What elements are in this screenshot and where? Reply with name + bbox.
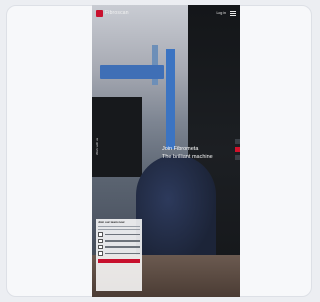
checkbox[interactable] — [98, 238, 103, 244]
header-actions: Log in — [216, 10, 236, 16]
machine-frame — [100, 65, 164, 79]
form-option[interactable] — [98, 232, 140, 237]
vertical-label: Work with us — [95, 137, 99, 155]
form-field[interactable] — [98, 226, 140, 228]
checkbox[interactable] — [98, 251, 103, 256]
mobile-page-preview[interactable]: Fibroscan Log in Work with us Join Fibro… — [92, 5, 240, 297]
hero-headline: Join Fibrometa The brilliant machine — [162, 145, 238, 161]
form-title: Join our team now — [98, 220, 125, 224]
form-field[interactable] — [98, 229, 140, 231]
machine-post — [166, 49, 175, 149]
form-option[interactable] — [98, 244, 140, 250]
headline-line-1: Join Fibrometa — [162, 146, 199, 152]
site-logo[interactable]: Fibroscan — [96, 9, 129, 17]
menu-icon[interactable] — [230, 10, 236, 16]
checkbox[interactable] — [98, 232, 103, 237]
application-form: Join our team now — [96, 219, 142, 291]
checkbox[interactable] — [98, 244, 103, 250]
side-social-bar — [235, 139, 240, 160]
linkedin-icon[interactable] — [235, 155, 240, 160]
site-header: Fibroscan Log in — [92, 5, 240, 21]
logo-text: Fibroscan — [105, 10, 129, 16]
form-option[interactable] — [98, 238, 140, 244]
form-option[interactable] — [98, 251, 140, 256]
share-icon[interactable] — [235, 139, 240, 144]
mail-icon[interactable] — [235, 147, 240, 152]
machine-panel — [92, 97, 142, 177]
logo-icon — [96, 9, 103, 17]
worker-figure — [136, 155, 216, 265]
header-link[interactable]: Log in — [216, 11, 226, 15]
submit-button[interactable] — [98, 258, 140, 263]
headline-line-2: The brilliant machine — [162, 154, 213, 160]
